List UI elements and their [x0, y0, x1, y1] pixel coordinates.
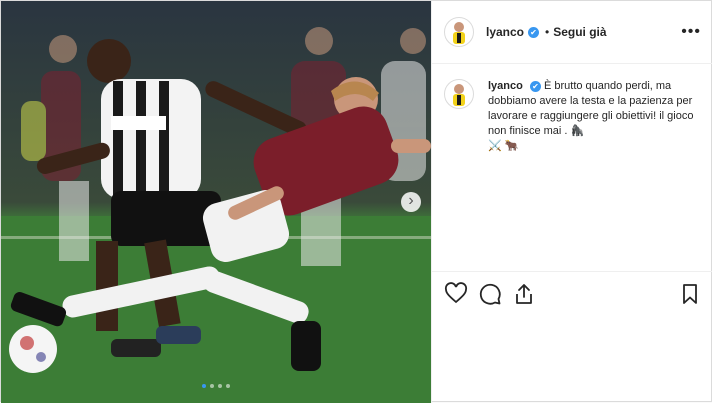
post-photo[interactable]: › [1, 1, 431, 403]
comment-icon[interactable] [478, 282, 502, 306]
verified-badge-icon: ✔ [528, 26, 540, 38]
separator-dot: • [545, 25, 550, 39]
football-photo [1, 1, 431, 403]
avatar-image [453, 22, 465, 44]
caption-avatar[interactable] [444, 79, 474, 109]
carousel-dot [202, 384, 206, 388]
gorilla-emoji-icon: 🦍 [570, 125, 585, 137]
avatar[interactable] [444, 17, 474, 47]
bookmark-icon[interactable] [678, 282, 702, 306]
chevron-right-icon: › [408, 192, 414, 209]
post-caption: lyanco ✔ È brutto quando perdi, ma dobbi… [444, 79, 702, 154]
share-icon[interactable] [512, 282, 536, 306]
verified-badge-icon: ✔ [529, 80, 541, 92]
carousel-dot [218, 384, 222, 388]
heart-icon[interactable] [444, 281, 468, 306]
carousel-indicator [1, 384, 431, 388]
carousel-dot [226, 384, 230, 388]
caption-body: lyanco ✔ È brutto quando perdi, ma dobbi… [488, 79, 702, 154]
ox-emoji-icon: 🐂 [504, 140, 519, 152]
post-header: lyanco ✔ • Segui già ••• [432, 1, 712, 64]
more-options-icon[interactable]: ••• [681, 23, 701, 41]
post-side-panel: lyanco ✔ • Segui già ••• lyanco ✔ È brut… [431, 1, 712, 403]
username[interactable]: lyanco [486, 25, 524, 39]
avatar-image [453, 84, 465, 106]
post-actions [432, 271, 712, 315]
instagram-post: › lyanco ✔ • Segui già ••• lyanco ✔ È br… [0, 0, 712, 403]
follow-button[interactable]: Segui già [553, 25, 606, 39]
caption-username[interactable]: lyanco [488, 80, 523, 92]
next-slide-button[interactable]: › [401, 192, 421, 212]
crossed-swords-emoji-icon: ⚔️ [488, 140, 502, 152]
carousel-dot [210, 384, 214, 388]
